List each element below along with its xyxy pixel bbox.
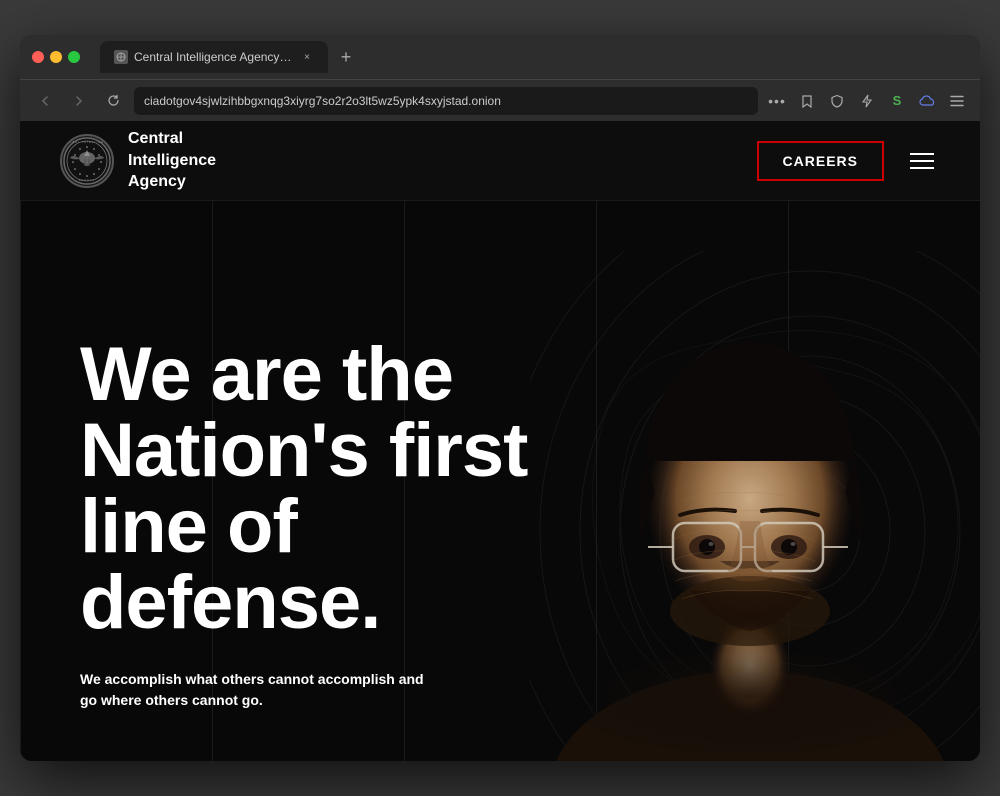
hero-headline: We are the Nation's first line of defens… xyxy=(80,337,600,641)
person-image xyxy=(540,231,960,761)
close-window-button[interactable] xyxy=(32,51,44,63)
more-options-icon[interactable]: ••• xyxy=(766,90,788,112)
maximize-window-button[interactable] xyxy=(68,51,80,63)
browser-toolbar-icons: ••• S xyxy=(766,90,968,112)
s-extension-icon[interactable]: S xyxy=(886,90,908,112)
site-content: CENTRAL INTELLIGENCE AGENCY Central Inte… xyxy=(20,121,980,761)
tab-bar: Central Intelligence Agency - C... × + xyxy=(100,41,968,73)
tab-title: Central Intelligence Agency - C... xyxy=(134,50,294,64)
new-tab-button[interactable]: + xyxy=(332,43,360,71)
tab-close-button[interactable]: × xyxy=(300,50,314,64)
lightning-icon[interactable] xyxy=(856,90,878,112)
refresh-button[interactable] xyxy=(100,88,126,114)
tab-favicon xyxy=(114,50,128,64)
hamburger-nav-button[interactable] xyxy=(904,147,940,175)
traffic-lights xyxy=(32,51,80,63)
site-nav: CAREERS xyxy=(757,141,940,181)
shield-icon[interactable] xyxy=(826,90,848,112)
hero-subtext: We accomplish what others cannot accompl… xyxy=(80,669,440,711)
minimize-window-button[interactable] xyxy=(50,51,62,63)
hamburger-menu-icon[interactable] xyxy=(946,90,968,112)
svg-text:AGENCY: AGENCY xyxy=(79,179,96,182)
cloud-icon[interactable] xyxy=(916,90,938,112)
title-bar: Central Intelligence Agency - C... × + xyxy=(20,35,980,79)
address-bar: ••• S xyxy=(20,79,980,121)
hero-content: We are the Nation's first line of defens… xyxy=(20,337,600,711)
active-tab[interactable]: Central Intelligence Agency - C... × xyxy=(100,41,328,73)
url-input[interactable] xyxy=(134,87,758,115)
careers-button[interactable]: CAREERS xyxy=(757,141,884,181)
site-logo: CENTRAL INTELLIGENCE AGENCY Central Inte… xyxy=(60,128,216,193)
forward-button[interactable] xyxy=(66,88,92,114)
cia-seal: CENTRAL INTELLIGENCE AGENCY xyxy=(60,134,114,188)
bookmark-icon[interactable] xyxy=(796,90,818,112)
site-hero: We are the Nation's first line of defens… xyxy=(20,201,980,761)
back-button[interactable] xyxy=(32,88,58,114)
svg-text:CENTRAL INTELLIGENCE: CENTRAL INTELLIGENCE xyxy=(62,141,112,144)
browser-window: Central Intelligence Agency - C... × + xyxy=(20,35,980,761)
site-header: CENTRAL INTELLIGENCE AGENCY Central Inte… xyxy=(20,121,980,201)
logo-text: Central Intelligence Agency xyxy=(128,128,216,193)
